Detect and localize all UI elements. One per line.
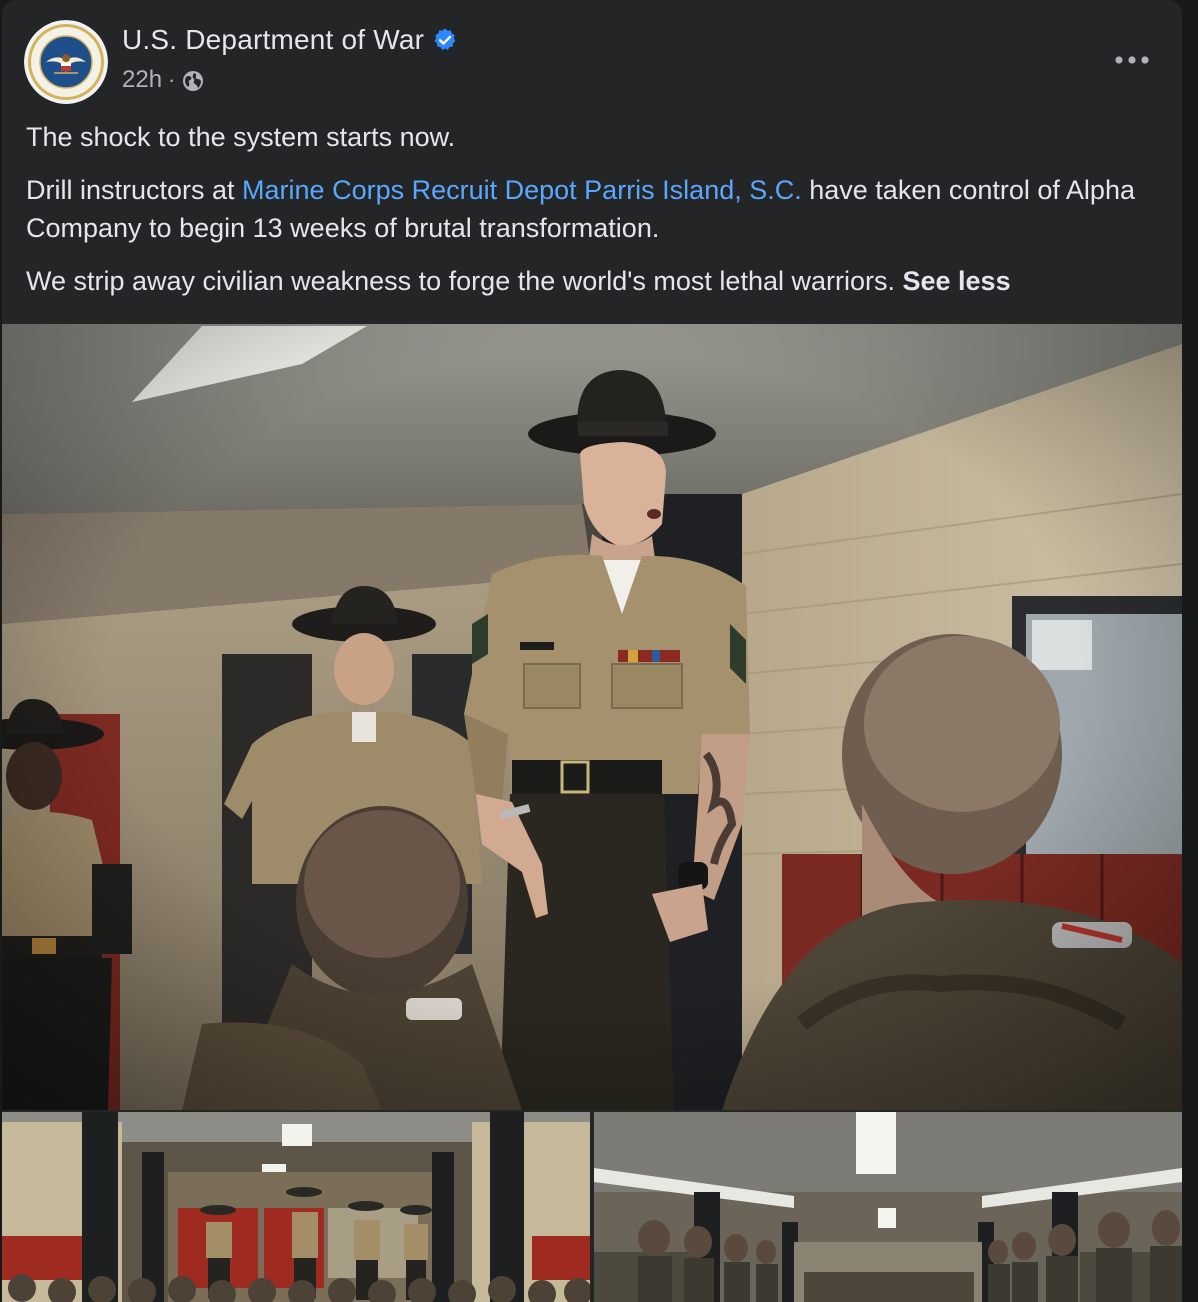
location-link[interactable]: Marine Corps Recruit Depot Parris Island… bbox=[242, 175, 802, 205]
post-body: The shock to the system starts now. Dril… bbox=[26, 118, 1166, 315]
meta-separator: · bbox=[168, 67, 176, 92]
more-options-icon bbox=[1115, 56, 1149, 64]
post-paragraph-2: Drill instructors at Marine Corps Recrui… bbox=[26, 171, 1166, 247]
globe-icon[interactable] bbox=[181, 69, 205, 93]
post-card: U.S. Department of War 22h · The shock t… bbox=[2, 0, 1182, 1302]
more-options-button[interactable] bbox=[1110, 40, 1154, 80]
squad-bay-photo bbox=[2, 1112, 590, 1302]
timestamp[interactable]: 22h bbox=[122, 66, 162, 94]
thumbnail-photo-1[interactable] bbox=[2, 1112, 590, 1302]
paragraph-3-text: We strip away civilian weakness to forge… bbox=[26, 266, 903, 296]
author-line: U.S. Department of War bbox=[122, 24, 458, 56]
drill-instructor-photo bbox=[2, 324, 1182, 1110]
main-photo[interactable] bbox=[2, 324, 1182, 1110]
department-seal-icon bbox=[24, 20, 108, 104]
see-less-button[interactable]: See less bbox=[903, 266, 1011, 296]
avatar[interactable] bbox=[24, 20, 108, 104]
recruits-formation-photo bbox=[594, 1112, 1182, 1302]
post-paragraph-3: We strip away civilian weakness to forge… bbox=[26, 262, 1166, 300]
post-meta: 22h · bbox=[122, 66, 205, 94]
paragraph-2-text-start: Drill instructors at bbox=[26, 175, 243, 205]
post-paragraph-1: The shock to the system starts now. bbox=[26, 122, 456, 152]
verified-badge-icon bbox=[432, 27, 458, 53]
author-name[interactable]: U.S. Department of War bbox=[122, 24, 424, 56]
post-header: U.S. Department of War 22h · bbox=[2, 0, 1182, 108]
thumbnail-photo-2[interactable] bbox=[594, 1112, 1182, 1302]
